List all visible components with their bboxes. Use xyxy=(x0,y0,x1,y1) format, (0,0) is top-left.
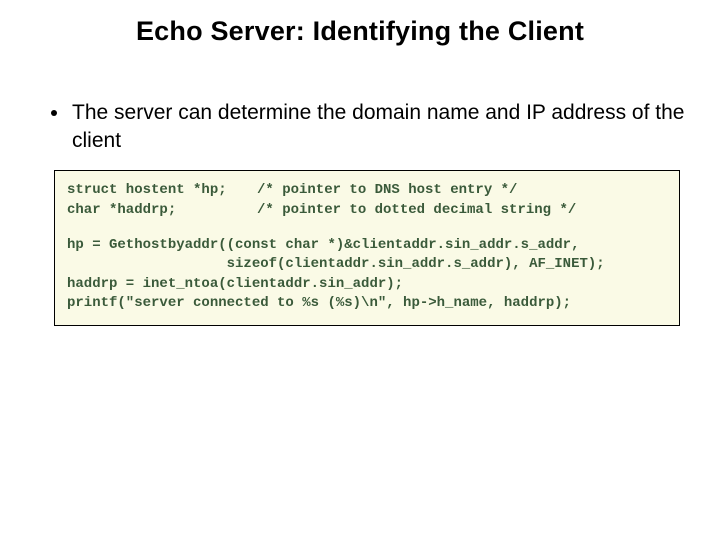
code-body: hp = Gethostbyaddr((const char *)&client… xyxy=(67,236,667,313)
code-decl-comment: /* pointer to DNS host entry */ xyxy=(257,181,517,200)
code-decl-comment: /* pointer to dotted decimal string */ xyxy=(257,201,576,220)
code-decl-var: struct hostent *hp; xyxy=(67,181,257,200)
code-block: struct hostent *hp; /* pointer to DNS ho… xyxy=(54,170,680,326)
bullet-list: The server can determine the domain name… xyxy=(54,99,686,154)
bullet-item: The server can determine the domain name… xyxy=(70,99,686,154)
code-decl-row: char *haddrp; /* pointer to dotted decim… xyxy=(67,201,667,220)
code-decl-var: char *haddrp; xyxy=(67,201,257,220)
slide-title: Echo Server: Identifying the Client xyxy=(34,16,686,47)
code-decl-row: struct hostent *hp; /* pointer to DNS ho… xyxy=(67,181,667,200)
code-gap xyxy=(67,220,667,236)
slide: Echo Server: Identifying the Client The … xyxy=(0,0,720,326)
